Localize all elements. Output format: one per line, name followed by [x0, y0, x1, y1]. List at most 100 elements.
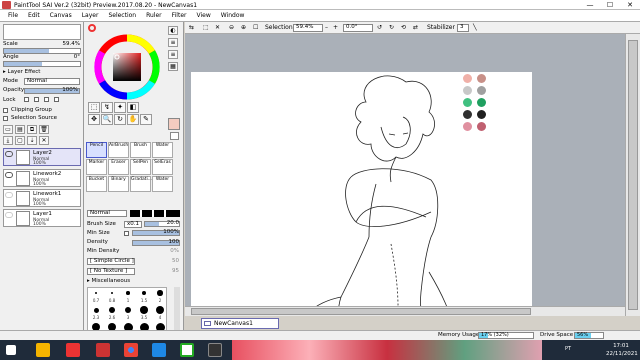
brush-binary[interactable]: Binary [108, 176, 129, 192]
file-explorer-icon[interactable] [36, 343, 50, 357]
brush-size-dot[interactable] [109, 307, 115, 313]
secondary-color-swatch[interactable] [170, 132, 179, 140]
brush-eraser[interactable]: Eraser [108, 159, 129, 175]
stabilizer-select[interactable]: 3 [457, 24, 469, 32]
horizontal-scrollbar[interactable] [185, 306, 625, 316]
menu-selection[interactable]: Selection [103, 10, 141, 22]
zoom-icon[interactable]: 🔍 [101, 114, 113, 125]
brush-marker[interactable]: Marker [86, 159, 107, 175]
rgb-slider-icon[interactable]: ≡ [168, 38, 178, 47]
maximize-button[interactable]: ☐ [600, 0, 620, 10]
brush-shape-select[interactable]: [ Simple Circle ] [87, 258, 135, 265]
app-icon-red[interactable] [96, 343, 110, 357]
minimize-button[interactable]: — [580, 0, 600, 10]
zoom-plus-icon[interactable]: + [333, 23, 338, 33]
palette-swatch[interactable] [463, 122, 472, 131]
brush-brush[interactable]: Brush [130, 142, 151, 158]
layer-item-layer2[interactable]: Layer2 Normal 100% [3, 148, 81, 166]
canvas-tab[interactable]: NewCanvas1 [201, 318, 279, 329]
menu-view[interactable]: View [191, 10, 215, 22]
color-wheel[interactable] [94, 34, 160, 100]
primary-color-swatch[interactable] [168, 118, 180, 130]
brush-size-dot[interactable] [124, 306, 132, 314]
menu-canvas[interactable]: Canvas [45, 10, 77, 22]
brush-size-dot[interactable] [126, 291, 130, 295]
zoom-in-icon[interactable]: ⊕ [241, 23, 246, 33]
chrome-icon[interactable] [124, 343, 138, 357]
merge-down-icon[interactable]: ⤓ [3, 136, 13, 145]
menu-file[interactable]: File [0, 10, 23, 22]
delete-layer-icon[interactable]: 🗑 [39, 125, 49, 134]
brush-gradation[interactable]: Gradati... [130, 176, 152, 192]
lasso-icon[interactable]: ↯ [101, 102, 113, 113]
app-icon-dark[interactable] [208, 343, 222, 357]
rotate-right-icon[interactable]: ↻ [389, 23, 394, 33]
zoom-out-icon[interactable]: ⊖ [229, 23, 234, 33]
brush-size-multiplier[interactable]: x0.1 [124, 221, 142, 228]
palette-swatch[interactable] [477, 122, 486, 131]
rotate-icon[interactable]: ↻ [114, 114, 126, 125]
palette-swatch[interactable] [477, 86, 486, 95]
palette-swatch[interactable] [463, 86, 472, 95]
brush-size-dot[interactable] [93, 307, 99, 313]
language-indicator[interactable]: PT [565, 346, 571, 352]
brush-water2[interactable]: Water [152, 176, 173, 192]
magic-wand-icon[interactable]: ✦ [114, 102, 126, 113]
new-layer-icon[interactable]: ▭ [3, 125, 13, 134]
angle-slider[interactable] [3, 61, 81, 67]
lock-checkbox-4[interactable] [54, 97, 59, 102]
edge-icon[interactable] [152, 343, 166, 357]
menu-edit[interactable]: Edit [23, 10, 45, 22]
line-tool-icon[interactable]: ╲ [473, 23, 477, 33]
visibility-eye-icon[interactable] [5, 172, 13, 178]
sai-taskbar-icon[interactable] [180, 343, 194, 357]
color-wheel-icon[interactable]: ◐ [168, 26, 178, 35]
eyedropper-icon[interactable]: ✎ [140, 114, 152, 125]
select-icon[interactable]: ⬚ [203, 23, 209, 33]
menu-layer[interactable]: Layer [77, 10, 104, 22]
layer-item-layer1[interactable]: Layer1 Normal 100% [3, 209, 81, 227]
visibility-eye-icon[interactable] [5, 151, 13, 157]
layer-item-linework2[interactable]: Linework2 Normal 100% [3, 169, 81, 187]
brush-size-dot[interactable] [140, 306, 148, 314]
brush-pencil[interactable]: Pencil [86, 142, 107, 158]
swatch-icon[interactable]: ▦ [168, 62, 178, 71]
brush-selpen[interactable]: SelPen [130, 159, 151, 175]
flip-icon[interactable]: ⇆ [189, 23, 194, 33]
clock[interactable]: 17:01 22/11/2021 [606, 342, 638, 358]
move-icon[interactable]: ✥ [88, 114, 100, 125]
brush-size-dot[interactable] [155, 305, 165, 315]
blend-mode-select[interactable]: Normal [24, 78, 80, 85]
lock-checkbox-3[interactable] [44, 97, 49, 102]
brush-shape-presets[interactable] [130, 210, 180, 217]
palette-swatch[interactable] [477, 110, 486, 119]
menu-window[interactable]: Window [216, 10, 250, 22]
min-size-checkbox[interactable] [124, 231, 129, 236]
brush-seleras[interactable]: SelEras [152, 159, 173, 175]
close-button[interactable]: ✕ [620, 0, 640, 10]
brush-size-dot[interactable] [110, 291, 114, 295]
selection-visibility-icon[interactable]: ☐ [253, 23, 258, 33]
visibility-eye-icon[interactable] [5, 192, 13, 198]
palette-swatch[interactable] [463, 74, 472, 83]
horizontal-scroll-thumb[interactable] [191, 308, 531, 315]
angle-value[interactable]: 0° [40, 54, 80, 61]
clipping-group-checkbox[interactable] [3, 108, 8, 113]
hand-icon[interactable]: ✋ [127, 114, 139, 125]
clear-layer-icon[interactable]: ▢ [15, 136, 25, 145]
brush-bucket[interactable]: Bucket [86, 176, 107, 192]
brush-size-dot[interactable] [157, 290, 163, 296]
color-wheel-mode-icon[interactable] [88, 24, 96, 32]
rotate-left-icon[interactable]: ↺ [377, 23, 382, 33]
transfer-icon[interactable]: ⇣ [27, 136, 37, 145]
palette-swatch[interactable] [463, 98, 472, 107]
brush-texture-select[interactable]: [ No Texture ] [87, 268, 135, 275]
start-icon[interactable] [6, 345, 16, 355]
brush-airbrush[interactable]: AirBrush [108, 142, 129, 158]
opera-icon[interactable] [66, 343, 80, 357]
palette-swatch[interactable] [477, 98, 486, 107]
zoom-minus-icon[interactable]: – [325, 23, 328, 33]
vertical-scrollbar[interactable] [625, 34, 640, 316]
hsv-slider-icon[interactable]: ≡ [168, 50, 178, 59]
deselect-icon[interactable]: ✕ [215, 23, 220, 33]
